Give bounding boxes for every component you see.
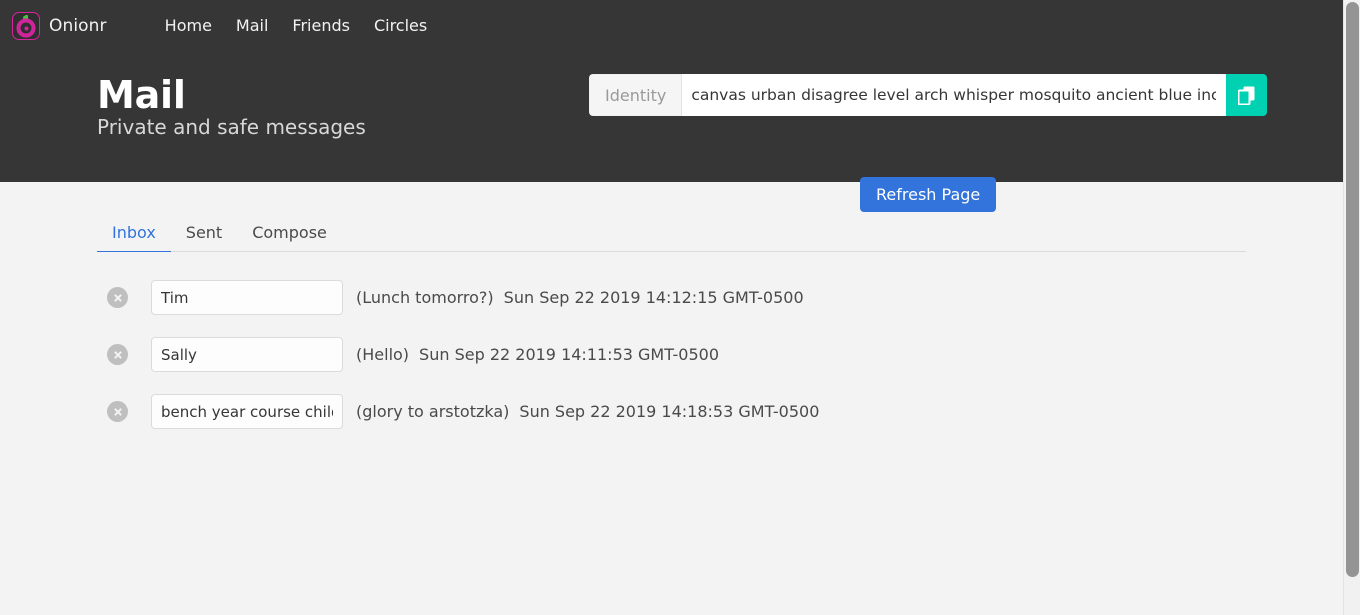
page-title: Mail — [97, 73, 186, 117]
message-subject: (glory to arstotzka) — [356, 402, 510, 421]
tab-inbox[interactable]: Inbox — [97, 225, 171, 252]
copy-identity-button[interactable] — [1226, 74, 1268, 116]
delete-message-button[interactable] — [107, 344, 128, 365]
copy-icon — [1238, 86, 1255, 105]
page-viewport: Onionr Home Mail Friends Circles Mail Pr… — [0, 0, 1343, 615]
message-subject: (Lunch tomorro?) — [356, 288, 494, 307]
message-sender-input[interactable] — [151, 394, 343, 429]
message-date: Sun Sep 22 2019 14:18:53 GMT-0500 — [519, 402, 820, 421]
page-subtitle: Private and safe messages — [97, 115, 366, 139]
tab-compose[interactable]: Compose — [237, 225, 342, 252]
delete-message-button[interactable] — [107, 401, 128, 422]
identity-field-group: Identity — [589, 74, 1268, 116]
top-navbar: Onionr Home Mail Friends Circles — [0, 0, 1343, 52]
refresh-page-button[interactable]: Refresh Page — [860, 177, 997, 212]
nav-item-friends[interactable]: Friends — [280, 0, 362, 52]
message-row: (Lunch tomorro?) Sun Sep 22 2019 14:12:15… — [97, 269, 1246, 326]
vertical-scrollbar[interactable] — [1343, 0, 1360, 615]
identity-label: Identity — [589, 74, 683, 116]
message-sender-input[interactable] — [151, 280, 343, 315]
page-hero: Mail Private and safe messages Identity … — [0, 52, 1343, 212]
message-date: Sun Sep 22 2019 14:12:15 GMT-0500 — [503, 288, 804, 307]
brand-name: Onionr — [49, 16, 107, 36]
nav-item-home[interactable]: Home — [153, 0, 224, 52]
nav-item-mail[interactable]: Mail — [224, 0, 281, 52]
tab-sent[interactable]: Sent — [171, 225, 237, 252]
scrollbar-thumb[interactable] — [1346, 2, 1359, 577]
brand-link[interactable]: Onionr — [12, 0, 117, 52]
message-meta: (Hello) Sun Sep 22 2019 14:11:53 GMT-0500 — [356, 345, 719, 364]
nav-item-circles[interactable]: Circles — [362, 0, 439, 52]
message-meta: (Lunch tomorro?) Sun Sep 22 2019 14:12:15… — [356, 288, 804, 307]
message-row: (Hello) Sun Sep 22 2019 14:11:53 GMT-0500 — [97, 326, 1246, 383]
main-content: Inbox Sent Compose (Lunch tomorro?) Sun S… — [0, 182, 1343, 440]
message-row: (glory to arstotzka) Sun Sep 22 2019 14:1… — [97, 383, 1246, 440]
mail-tabs: Inbox Sent Compose — [97, 210, 1246, 252]
message-sender-input[interactable] — [151, 337, 343, 372]
tabs-container: Inbox Sent Compose — [97, 182, 1246, 252]
navbar-links: Home Mail Friends Circles — [153, 0, 440, 52]
app-window: Onionr Home Mail Friends Circles Mail Pr… — [0, 0, 1360, 615]
message-meta: (glory to arstotzka) Sun Sep 22 2019 14:1… — [356, 402, 819, 421]
inbox-message-list: (Lunch tomorro?) Sun Sep 22 2019 14:12:15… — [97, 252, 1246, 440]
logo-rings-shape — [16, 18, 36, 38]
onion-logo-icon — [12, 12, 40, 40]
identity-input[interactable] — [682, 74, 1227, 116]
message-subject: (Hello) — [356, 345, 410, 364]
message-date: Sun Sep 22 2019 14:11:53 GMT-0500 — [419, 345, 720, 364]
delete-message-button[interactable] — [107, 287, 128, 308]
